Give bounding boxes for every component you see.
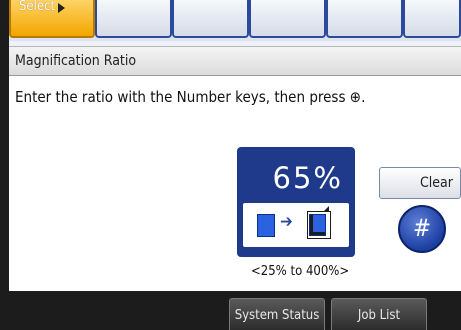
original-document-icon [257,214,275,237]
instruction-text: Enter the ratio with the Number keys, th… [15,88,366,106]
tab-select[interactable]: Select [9,0,95,38]
tab-select-label: Select [19,0,66,14]
job-list-button[interactable]: Job List [331,298,427,330]
system-status-button[interactable]: System Status [229,298,325,330]
hash-key-button[interactable]: # [398,205,446,253]
reduce-illustration: ➔ [243,203,349,247]
paper-corner-icon [323,206,329,212]
reduced-document-icon [309,214,326,236]
dialog-title: Magnification Ratio [15,53,137,69]
tab-5[interactable] [403,0,461,38]
dialog-title-bar: Magnification Ratio [9,46,461,76]
arrow-right-icon: ➔ [280,212,293,232]
tab-4[interactable] [326,0,403,38]
tab-3[interactable] [249,0,326,38]
ratio-value: 65% [272,161,343,195]
tab-2[interactable] [172,0,249,38]
ratio-display: 65% ➔ [237,147,355,257]
clear-button[interactable]: Clear [379,167,461,199]
ratio-range: <25% to 400%> [251,264,350,279]
tab-1[interactable] [95,0,172,38]
